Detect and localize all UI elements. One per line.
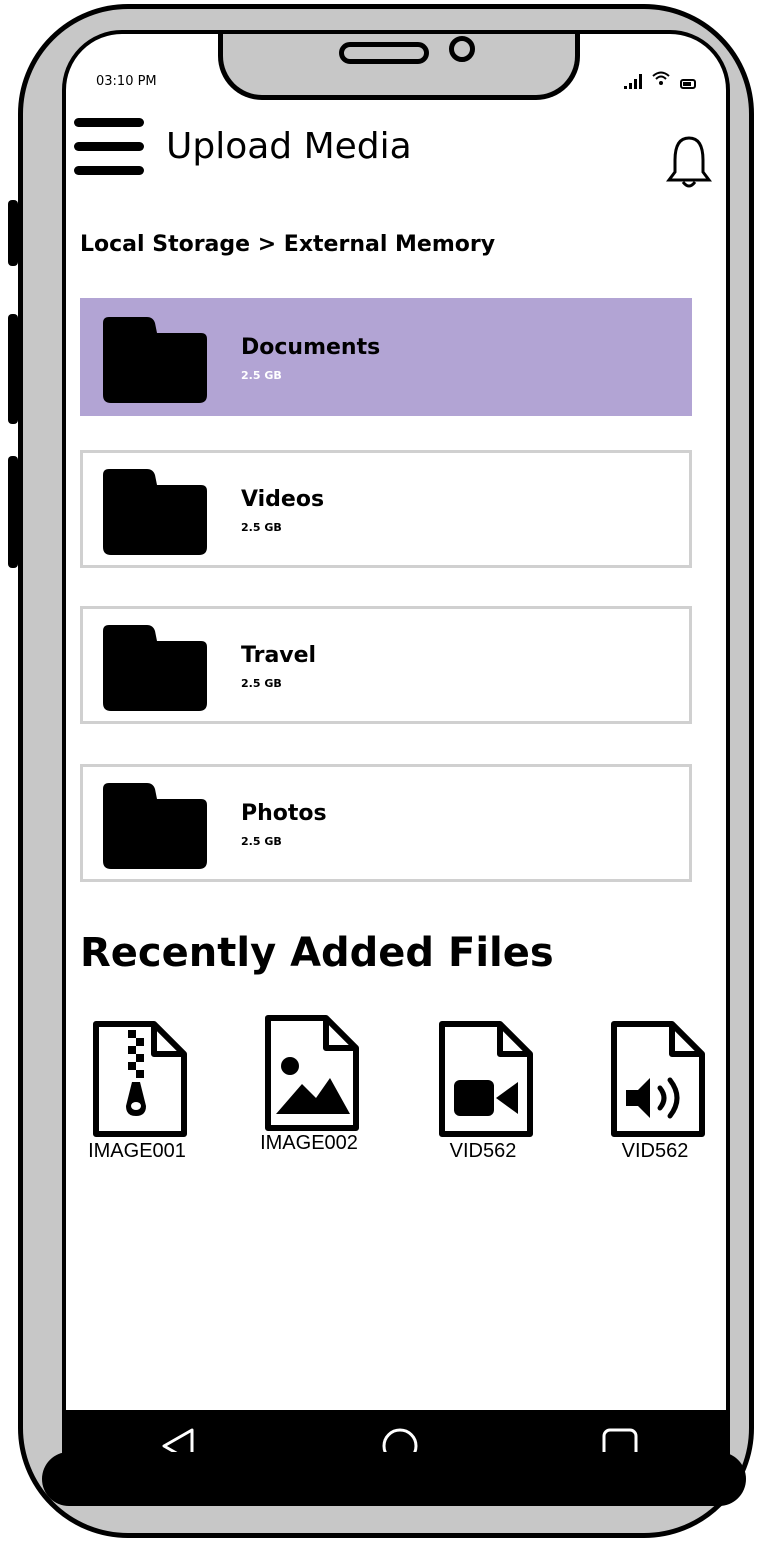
folder-name: Photos	[241, 801, 327, 826]
notification-bell-icon[interactable]	[666, 132, 712, 192]
file-label: IMAGE001	[88, 1140, 186, 1162]
side-button	[8, 200, 18, 266]
phone-screen: 03:10 PM Upload Media Local Storage > Ex…	[62, 30, 730, 1480]
folder-size: 2.5 GB	[241, 521, 282, 534]
battery-icon	[680, 79, 696, 89]
folder-name: Documents	[241, 335, 381, 360]
folder-icon	[103, 317, 207, 403]
recent-file[interactable]: VID562	[590, 1020, 720, 1170]
phone-bottom-edge	[42, 1452, 746, 1506]
recent-files-title: Recently Added Files	[80, 930, 554, 976]
zip-file-icon	[93, 1021, 187, 1137]
signal-icon	[624, 73, 642, 89]
file-label: VID562	[449, 1140, 517, 1162]
audio-file-icon	[611, 1021, 705, 1137]
folder-size: 2.5 GB	[241, 677, 282, 690]
video-file-icon	[439, 1021, 533, 1137]
folder-icon	[103, 625, 207, 711]
folder-travel[interactable]: Travel 2.5 GB	[80, 606, 692, 724]
front-camera	[449, 36, 475, 62]
file-label: VID562	[621, 1140, 689, 1162]
folder-size: 2.5 GB	[241, 369, 282, 382]
folder-photos[interactable]: Photos 2.5 GB	[80, 764, 692, 882]
recent-file[interactable]: IMAGE001	[72, 1020, 202, 1170]
status-time: 03:10 PM	[96, 74, 157, 89]
volume-down-button	[8, 456, 18, 568]
status-icons	[624, 70, 696, 89]
volume-up-button	[8, 314, 18, 424]
speaker	[339, 42, 429, 64]
wifi-icon	[652, 70, 670, 89]
page-title: Upload Media	[166, 126, 412, 167]
notch	[218, 34, 580, 100]
menu-icon[interactable]	[74, 118, 144, 175]
image-file-icon	[265, 1015, 359, 1131]
folder-size: 2.5 GB	[241, 835, 282, 848]
folder-documents[interactable]: Documents 2.5 GB	[80, 298, 692, 416]
folder-icon	[103, 469, 207, 555]
file-label: IMAGE002	[260, 1132, 358, 1154]
folder-icon	[103, 783, 207, 869]
recent-file[interactable]: IMAGE002	[244, 1015, 374, 1170]
breadcrumb[interactable]: Local Storage > External Memory	[80, 232, 495, 257]
recent-file[interactable]: VID562	[418, 1020, 548, 1170]
folder-videos[interactable]: Videos 2.5 GB	[80, 450, 692, 568]
folder-name: Videos	[241, 487, 325, 512]
folder-name: Travel	[241, 643, 317, 668]
